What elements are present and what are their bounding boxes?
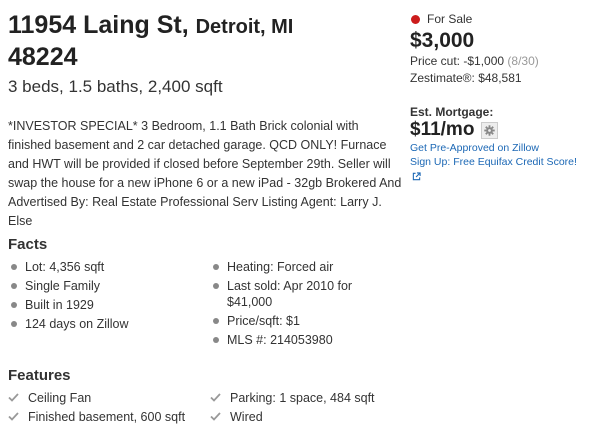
fact-item: MLS #: 214053980 [210, 332, 390, 348]
bullet-icon [11, 283, 17, 289]
bullet-icon [11, 302, 17, 308]
bullet-icon [213, 283, 219, 289]
checkmark-icon [210, 409, 230, 425]
listing-header: 11954 Laing St, Detroit, MI 48224 3 beds… [8, 10, 403, 231]
bullet-icon [11, 264, 17, 270]
checkmark-icon [210, 390, 230, 406]
fact-item: Built in 1929 [8, 297, 210, 313]
price-cut-date: (8/30) [507, 54, 539, 68]
features-column-1: Ceiling Fan Finished basement, 600 sqft [8, 390, 210, 428]
fact-item: 124 days on Zillow [8, 316, 210, 332]
price-cut-label: Price cut: -$1,000 [410, 54, 505, 68]
address-heading: 11954 Laing St, Detroit, MI 48224 [8, 10, 403, 72]
checkmark-icon [8, 409, 28, 425]
address-street: 11954 Laing St, [8, 11, 189, 39]
preapproved-link[interactable]: Get Pre-Approved on Zillow [410, 141, 588, 155]
status-label: For Sale [427, 12, 473, 26]
fact-item: Price/sqft: $1 [210, 313, 390, 329]
external-link-icon [412, 172, 421, 180]
gear-icon [484, 124, 496, 136]
status-dot-icon [411, 14, 420, 24]
listing-status: For Sale [410, 12, 588, 26]
listing-price: $3,000 [410, 29, 475, 52]
mortgage-settings-button[interactable] [481, 121, 499, 139]
fact-item: Single Family [8, 278, 210, 294]
feature-item: Ceiling Fan [8, 390, 210, 406]
facts-heading: Facts [8, 236, 48, 253]
features-section: Features Ceiling Fan Finished basement, … [8, 367, 588, 428]
feature-item: Wired [210, 409, 390, 425]
address-zip: 48224 [8, 43, 78, 71]
price-cut: Price cut: -$1,000 (8/30) [410, 53, 588, 70]
features-heading: Features [8, 367, 71, 384]
feature-item: Finished basement, 600 sqft [8, 409, 210, 425]
bullet-icon [213, 337, 219, 343]
fact-item: Heating: Forced air [210, 259, 390, 275]
checkmark-icon [8, 390, 28, 406]
credit-score-link[interactable]: Sign Up: Free Equifax Credit Score! [410, 156, 577, 168]
facts-section: Facts Lot: 4,356 sqft Single Family Buil… [8, 236, 588, 351]
bullet-icon [11, 321, 17, 327]
mortgage-row: $11/mo [410, 119, 588, 141]
beds-baths-sqft: 3 beds, 1.5 baths, 2,400 sqft [8, 77, 223, 96]
credit-score-link-row[interactable]: Sign Up: Free Equifax Credit Score! [410, 155, 588, 183]
zestimate[interactable]: Zestimate®: $48,581 [410, 70, 588, 87]
price-sidebar: For Sale $3,000 Price cut: -$1,000 (8/30… [410, 12, 588, 183]
mortgage-label: Est. Mortgage: [410, 105, 494, 119]
address-city-state: Detroit, MI [195, 16, 294, 38]
feature-item: Parking: 1 space, 484 sqft [210, 390, 390, 406]
fact-item: Last sold: Apr 2010 for $41,000 [210, 278, 390, 310]
mortgage-value: $11/mo [410, 119, 475, 140]
fact-item: Lot: 4,356 sqft [8, 259, 210, 275]
facts-column-1: Lot: 4,356 sqft Single Family Built in 1… [8, 259, 210, 351]
bullet-icon [213, 264, 219, 270]
features-column-2: Parking: 1 space, 484 sqft Wired [210, 390, 390, 428]
listing-description: *INVESTOR SPECIAL* 3 Bedroom, 1.1 Bath B… [8, 119, 402, 228]
facts-column-2: Heating: Forced air Last sold: Apr 2010 … [210, 259, 390, 351]
bullet-icon [213, 318, 219, 324]
